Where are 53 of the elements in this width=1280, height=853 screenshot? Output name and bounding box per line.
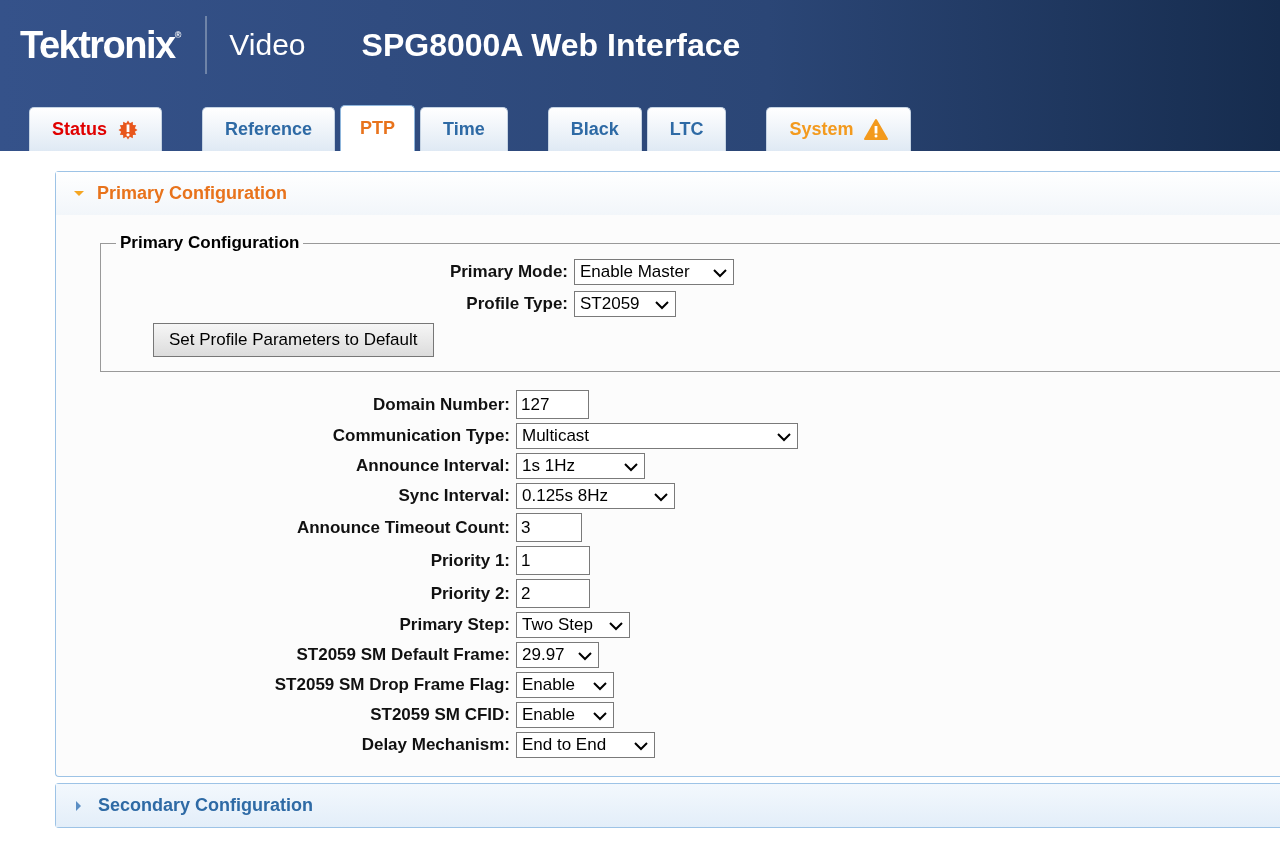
dropdown[interactable]: Enable [516,702,614,728]
chevron-down-icon [653,490,669,502]
panel-header[interactable]: Secondary Configuration [56,784,1280,827]
chevron-down-icon [633,739,649,751]
chevron-down-icon [592,709,608,721]
dropdown[interactable]: 1s 1Hz [516,453,645,479]
dropdown[interactable]: 29.97 [516,642,599,668]
chevron-down-icon [608,619,624,631]
field-label: Profile Type: [465,294,569,314]
chevron-down-icon [776,430,792,442]
dropdown[interactable]: Multicast [516,423,798,449]
chevron-down-icon [592,679,608,691]
dropdown[interactable]: Enable Master [574,259,734,285]
dropdown[interactable]: ST2059 [574,291,676,317]
field-label: ST2059 SM Default Frame: [295,645,511,665]
field-label: ST2059 SM CFID: [369,705,511,725]
caret-down-icon [74,191,84,196]
chevron-down-icon [623,460,639,472]
input-field[interactable]: 3 [516,513,582,542]
dropdown[interactable]: Two Step [516,612,630,638]
dropdown[interactable]: End to End [516,732,655,758]
chevron-down-icon [654,298,670,310]
brand-logo: Tektronix$^{®}$ [20,23,182,67]
field-label: Priority 2: [429,583,511,604]
field-label: ST2059 SM Drop Frame Flag: [273,675,511,695]
product-name: Video [229,28,306,62]
tab[interactable]: Reference [202,107,336,151]
input-field[interactable]: 1 [516,546,590,575]
field-label: Priority 1: [429,550,511,571]
field-label: Domain Number: [372,394,511,415]
field-label: Primary Mode: [448,262,569,282]
field-label: Sync Interval: [397,486,511,506]
field-label: Delay Mechanism: [360,735,511,755]
fieldset-legend: Primary Configuration [116,233,304,253]
tab[interactable]: Black [547,107,642,151]
input-field[interactable]: 2 [516,579,590,608]
field-label: Communication Type: [331,426,511,446]
tab[interactable]: Time [420,107,508,151]
field-label: Announce Timeout Count: [295,517,511,538]
warning-icon [863,118,888,141]
alert-badge-icon [117,118,139,141]
chevron-down-icon [712,266,728,278]
input-field[interactable]: 127 [516,390,589,419]
tab[interactable]: Status [29,107,162,151]
dropdown[interactable]: 0.125s 8Hz [516,483,675,509]
tab[interactable]: LTC [646,107,727,151]
default-button[interactable]: Set Profile Parameters to Default [153,323,434,357]
dropdown[interactable]: Enable [516,672,614,698]
caret-right-icon [76,800,81,811]
page-title: SPG8000A Web Interface [361,26,741,64]
field-label: Announce Interval: [355,456,511,476]
field-label: Primary Step: [398,615,511,635]
chevron-down-icon [577,649,593,661]
